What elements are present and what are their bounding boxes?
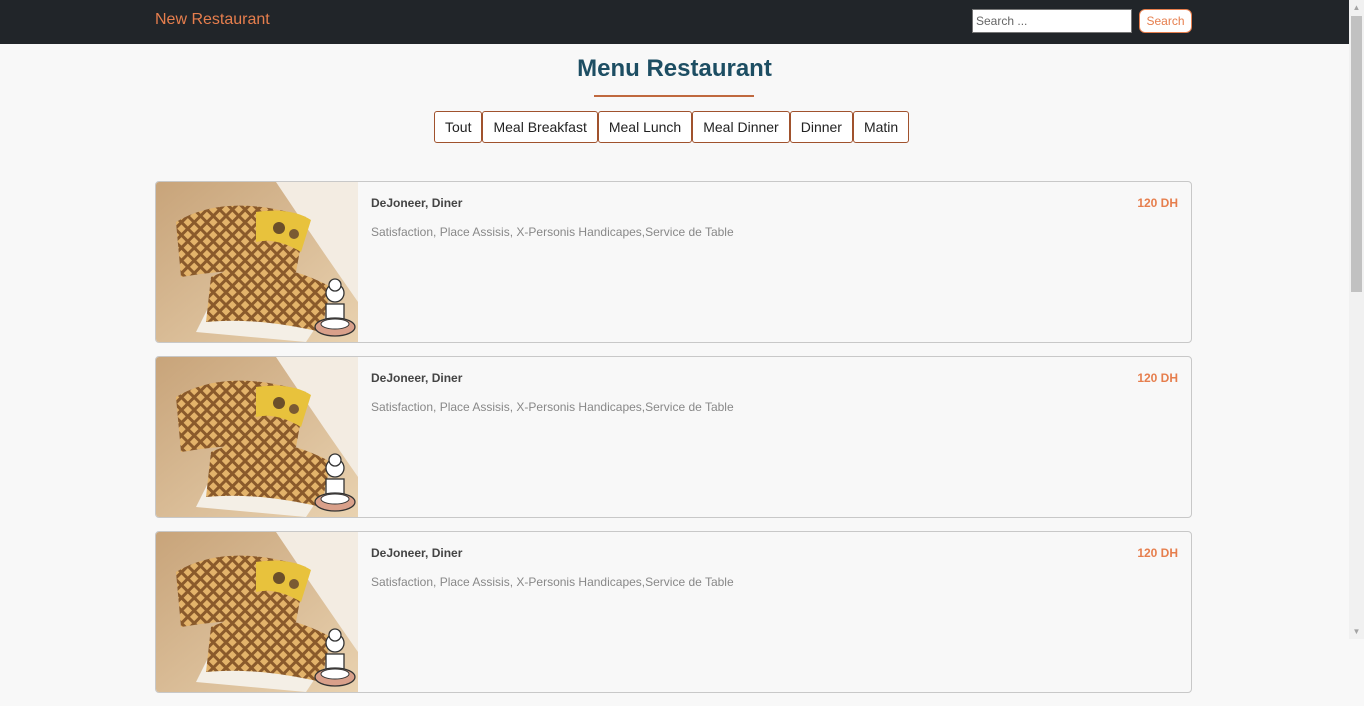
menu-item-description: Satisfaction, Place Assisis, X-Personis … [371,575,734,589]
search-input[interactable] [972,9,1132,33]
filter-meal-breakfast-button[interactable]: Meal Breakfast [482,111,598,143]
filter-meal-lunch-button[interactable]: Meal Lunch [597,111,693,143]
search-button[interactable]: Search [1139,9,1192,33]
filter-tout-button[interactable]: Tout [434,111,483,143]
category-filters: Tout Meal Breakfast Meal Lunch Meal Dinn… [434,111,910,143]
menu-item-card[interactable]: DeJoneer, Diner 120 DH Satisfaction, Pla… [155,531,1192,693]
menu-item-name: DeJoneer, Diner [371,196,463,210]
scroll-down-arrow-icon[interactable]: ▼ [1349,624,1364,639]
menu-item-name: DeJoneer, Diner [371,546,463,560]
menu-item-description: Satisfaction, Place Assisis, X-Personis … [371,225,734,239]
menu-item-price: 120 DH [1137,546,1178,560]
menu-item-card[interactable]: DeJoneer, Diner 120 DH Satisfaction, Pla… [155,181,1192,343]
top-navbar: New Restaurant Search [0,0,1349,44]
scroll-thumb[interactable] [1351,16,1362,292]
filter-meal-dinner-button[interactable]: Meal Dinner [692,111,790,143]
chef-icon [314,628,356,687]
page-title: Menu Restaurant [577,55,772,82]
filter-matin-button[interactable]: Matin [852,111,910,143]
panini-sandwich-image [156,357,358,517]
brand-link[interactable]: New Restaurant [155,11,270,29]
chef-icon [314,453,356,512]
title-underline [594,95,754,97]
filter-dinner-button[interactable]: Dinner [789,111,853,143]
menu-item-price: 120 DH [1137,371,1178,385]
panini-sandwich-image [156,532,358,692]
menu-item-description: Satisfaction, Place Assisis, X-Personis … [371,400,734,414]
menu-list: DeJoneer, Diner 120 DH Satisfaction, Pla… [155,181,1192,706]
panini-sandwich-image [156,182,358,342]
menu-item-card[interactable]: DeJoneer, Diner 120 DH Satisfaction, Pla… [155,356,1192,518]
scroll-up-arrow-icon[interactable]: ▲ [1349,0,1364,15]
menu-item-price: 120 DH [1137,196,1178,210]
menu-item-name: DeJoneer, Diner [371,371,463,385]
chef-icon [314,278,356,337]
